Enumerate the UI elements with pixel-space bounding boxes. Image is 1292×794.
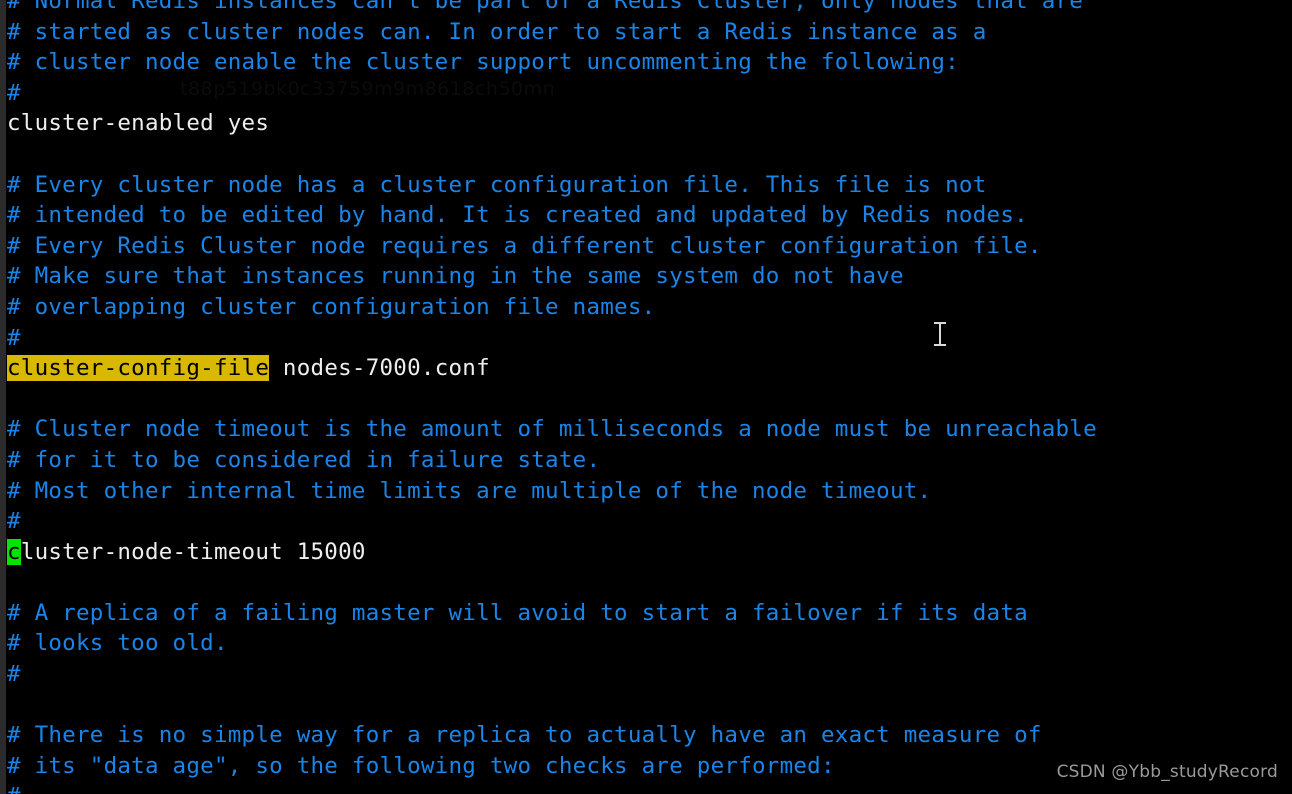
terminal-left-gutter-scrollbar[interactable] xyxy=(0,0,6,794)
terminal-comment-line: # A replica of a failing master will avo… xyxy=(7,599,1028,626)
terminal-comment-line: # overlapping cluster configuration file… xyxy=(7,293,656,320)
terminal-config-line: cluster-enabled yes xyxy=(7,110,270,137)
terminal-comment-line: # Every Redis Cluster node requires a di… xyxy=(7,232,1042,259)
config-value: nodes-7000.conf xyxy=(269,355,490,382)
terminal-comment-line: # Every cluster node has a cluster confi… xyxy=(7,171,987,198)
terminal-comment-line: # started as cluster nodes can. In order… xyxy=(7,18,987,45)
terminal-comment-line: # xyxy=(0,781,1292,794)
terminal-comment-line: # for it to be considered in failure sta… xyxy=(7,446,601,473)
terminal-text-buffer[interactable]: # Normal Redis instances can't be part o… xyxy=(0,0,1292,794)
terminal-comment-line: # cluster node enable the cluster suppor… xyxy=(7,49,959,76)
csdn-author-watermark: CSDN @Ybb_studyRecord xyxy=(1056,762,1278,782)
search-match-highlight: cluster-config-file xyxy=(7,355,270,382)
terminal-comment-line: # looks too old. xyxy=(7,630,228,657)
terminal-comment-line: # xyxy=(7,508,21,535)
terminal-comment-line: # There is no simple way for a replica t… xyxy=(7,722,1042,749)
config-line-text: luster-node-timeout 15000 xyxy=(20,538,366,565)
terminal-comment-line: # xyxy=(7,661,21,688)
terminal-comment-line: # Cluster node timeout is the amount of … xyxy=(7,416,1097,443)
terminal-comment-line: # Make sure that instances running in th… xyxy=(7,263,904,290)
terminal-block-cursor: c xyxy=(7,538,21,565)
terminal-comment-line: # xyxy=(7,324,21,351)
terminal-config-line-with-cursor: cluster-node-timeout 15000 xyxy=(0,537,1292,568)
terminal-window[interactable]: t88p519bk0c33759m9m8618ch50mn # Normal R… xyxy=(0,0,1292,794)
terminal-comment-line: # intended to be edited by hand. It is c… xyxy=(7,202,1028,229)
terminal-comment-line: # Normal Redis instances can't be part o… xyxy=(7,0,1084,14)
terminal-config-line-highlighted: cluster-config-file nodes-7000.conf xyxy=(0,353,1292,384)
terminal-comment-line: # Most other internal time limits are mu… xyxy=(7,477,932,504)
terminal-comment-line: # xyxy=(7,79,21,106)
